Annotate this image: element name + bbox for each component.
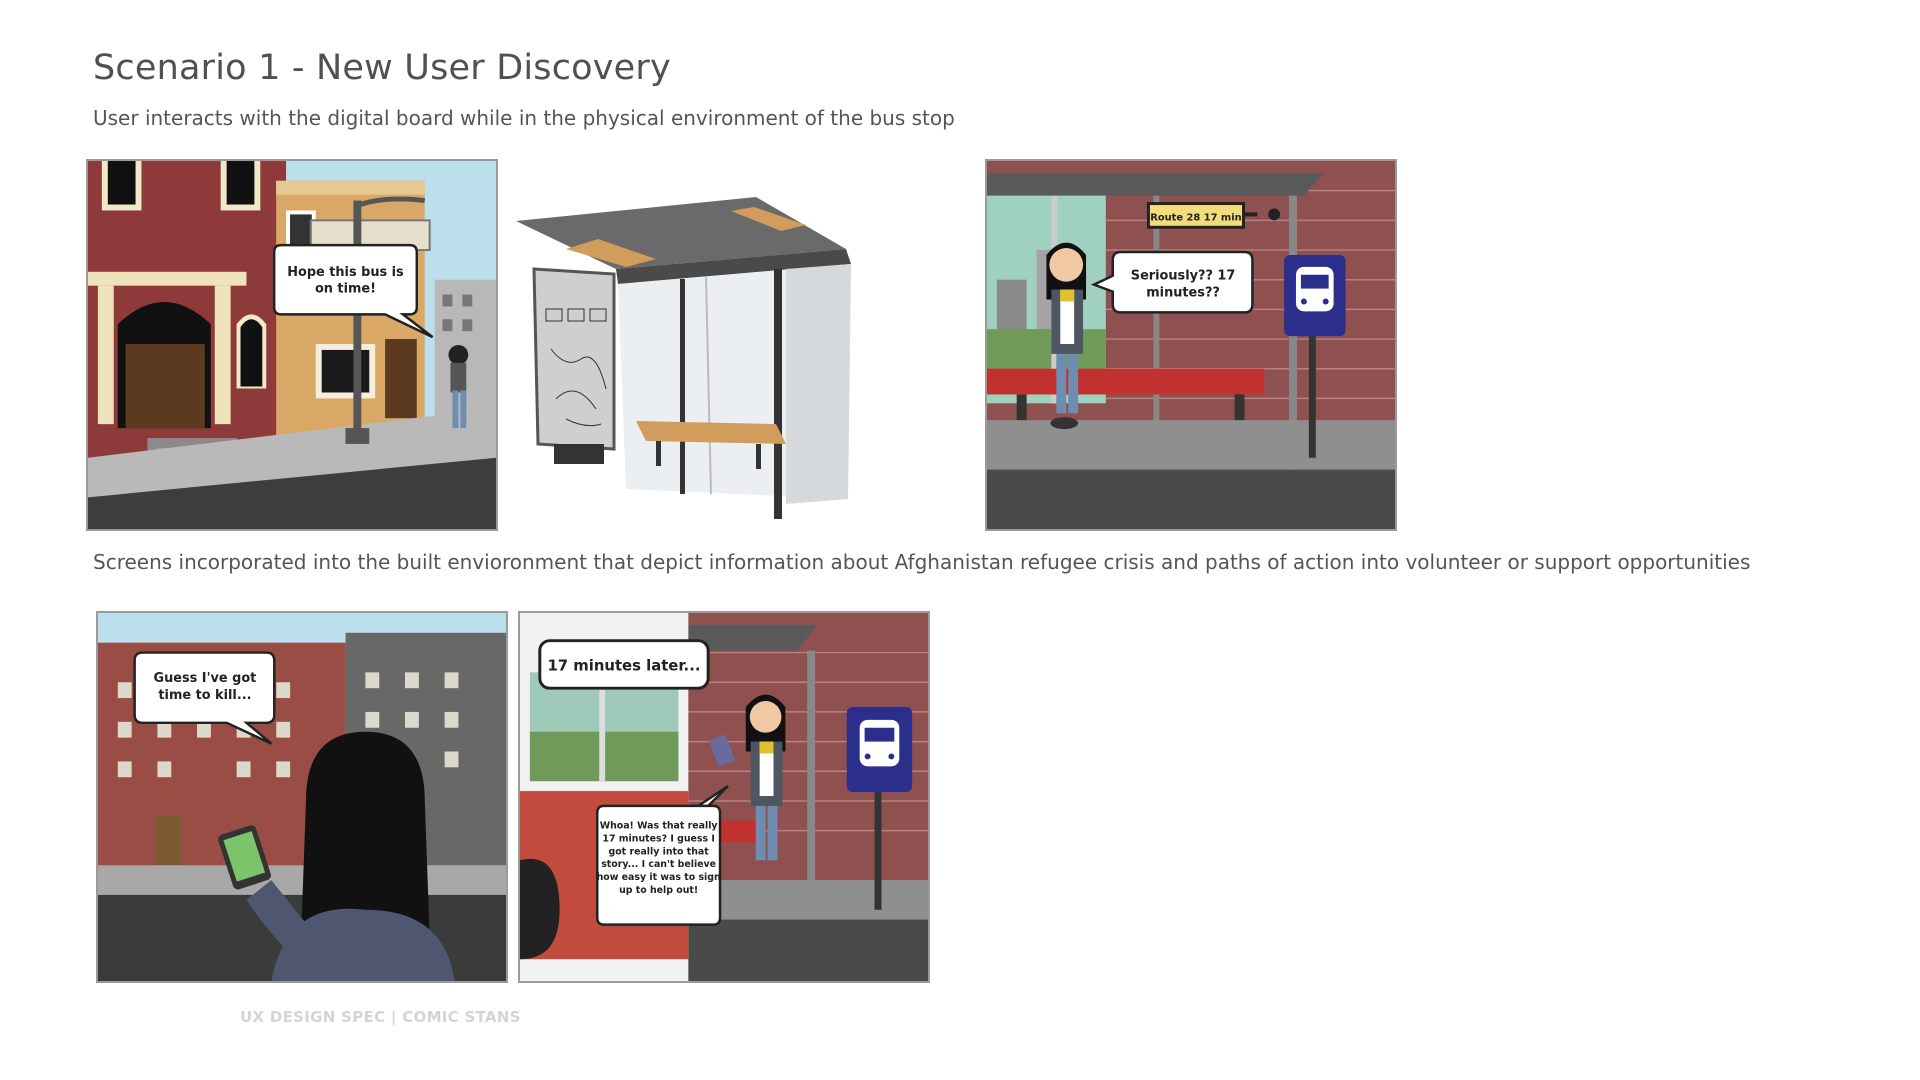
footer-label: UX DESIGN SPEC | COMIC STANS xyxy=(240,1008,521,1026)
comic-panel-phone: Guess I've got time to kill... xyxy=(96,611,508,983)
bubble-text-line2: 17 minutes? I guess I xyxy=(602,834,714,845)
bubble-text-line3: got really into that xyxy=(609,846,710,857)
bubble-text-line5: how easy it was to sign xyxy=(597,872,721,883)
section-description: Screens incorporated into the built envi… xyxy=(93,550,1751,574)
bus-shelter-image xyxy=(506,159,938,531)
caption-text: 17 minutes later... xyxy=(547,657,700,674)
comic-panel-later: 17 minutes later... Whoa! Was that reall… xyxy=(518,611,930,983)
bubble-text-line1: Hope this bus is xyxy=(287,265,404,280)
bubble-text-line2: time to kill... xyxy=(158,688,251,703)
bubble-text-line1: Guess I've got xyxy=(154,671,257,686)
bubble-text-line1: Whoa! Was that really xyxy=(600,821,718,832)
page-title: Scenario 1 - New User Discovery xyxy=(93,48,671,88)
page-subtitle: User interacts with the digital board wh… xyxy=(93,106,955,130)
bubble-text-line2: minutes?? xyxy=(1146,286,1220,301)
route-sign-text: Route 28 17 min xyxy=(1150,212,1241,223)
comic-panel-waiting: Route 28 17 min Seriously?? 17 minutes?? xyxy=(985,159,1397,531)
bubble-text-line6: up to help out! xyxy=(619,885,698,896)
bubble-text-line2: on time! xyxy=(315,282,376,297)
comic-panel-street: Hope this bus is on time! xyxy=(86,159,498,531)
bubble-text-line4: story... I can't believe xyxy=(601,859,716,870)
bubble-text-line1: Seriously?? 17 xyxy=(1131,269,1236,284)
